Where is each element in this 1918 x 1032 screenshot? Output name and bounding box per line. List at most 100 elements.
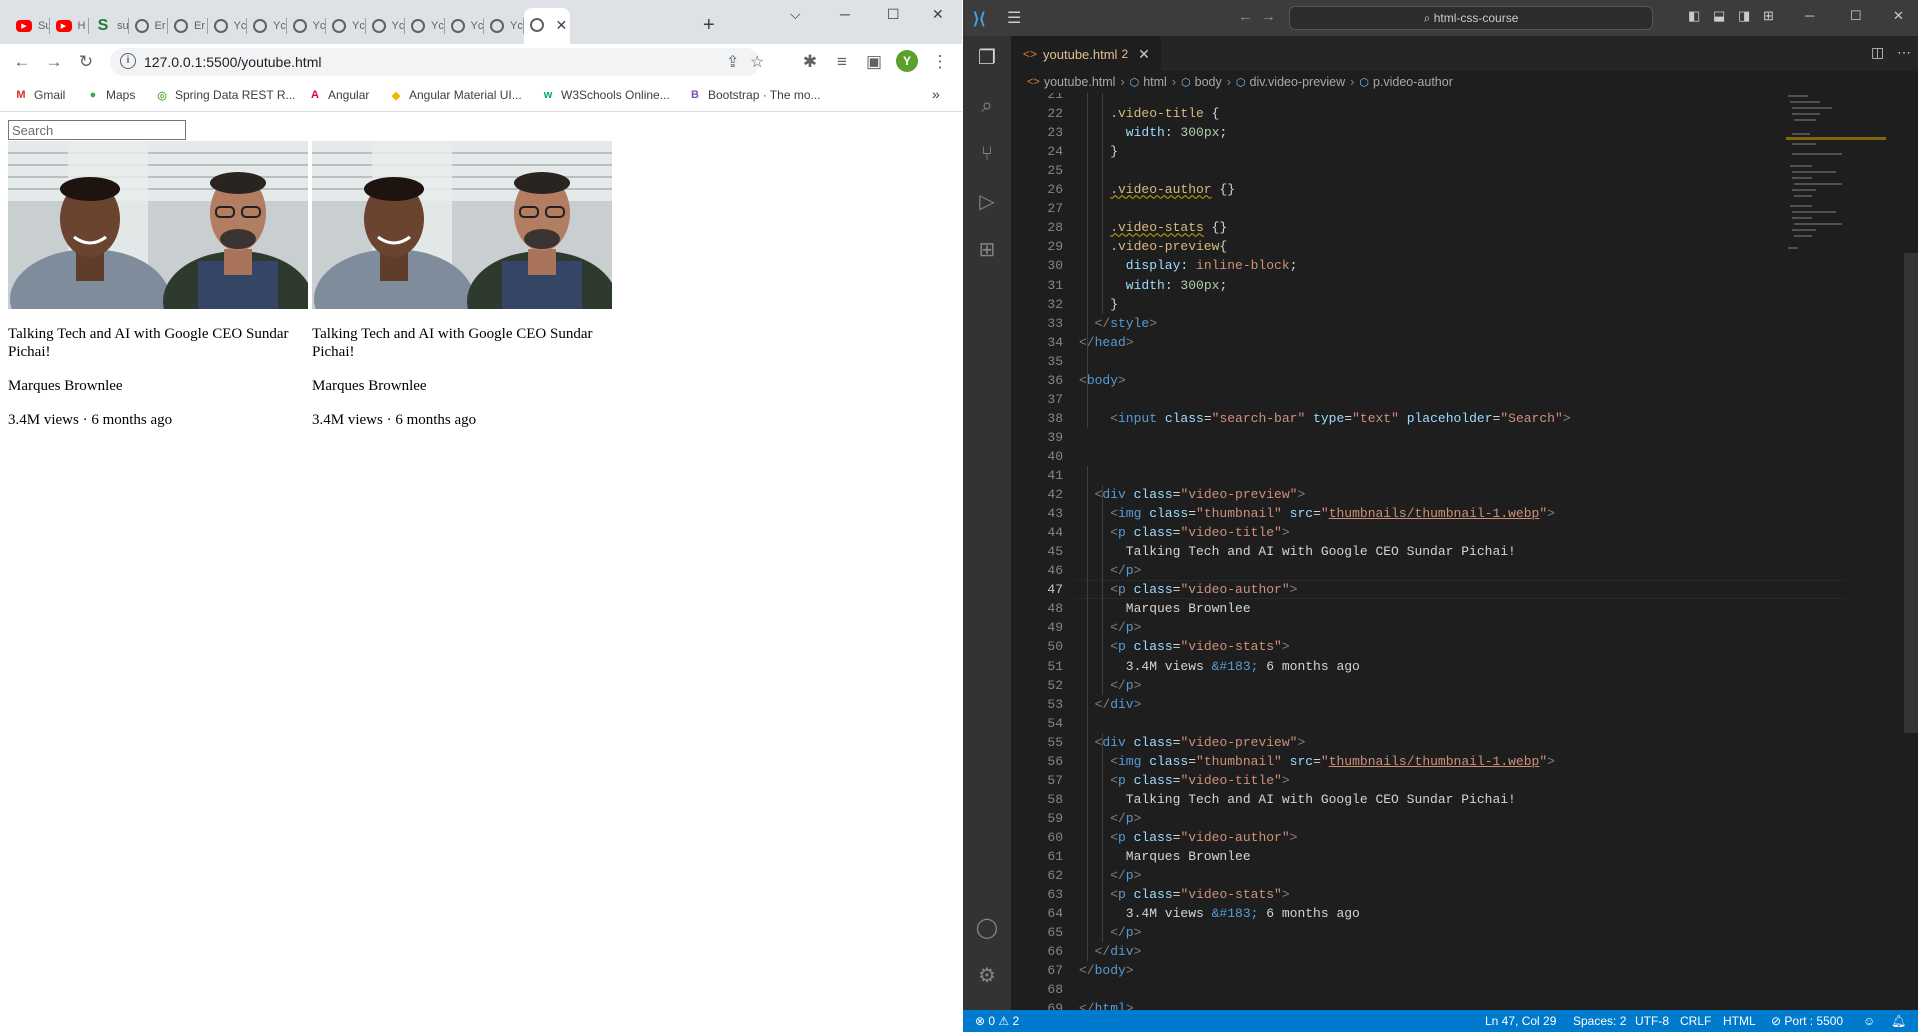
bookmark-star-icon[interactable]: ☆ — [750, 52, 764, 72]
browser-tab[interactable]: Er — [129, 10, 168, 42]
code-line[interactable]: </div> — [1095, 695, 1142, 714]
profile-avatar[interactable]: Y — [896, 50, 918, 72]
code-line[interactable]: </head> — [1079, 333, 1134, 352]
encoding[interactable]: UTF-8 — [1635, 1014, 1669, 1028]
code-line[interactable]: .video-title { — [1110, 104, 1219, 123]
maximize-icon[interactable]: ☐ — [1850, 8, 1862, 24]
settings-gear-icon[interactable]: ⚙ — [975, 964, 999, 988]
toggle-secondary-sidebar-icon[interactable]: ◨ — [1738, 8, 1750, 24]
split-editor-icon[interactable]: ◫ — [1871, 44, 1884, 61]
browser-tab[interactable]: Er — [168, 10, 208, 42]
bookmark-item[interactable]: ● Maps — [86, 88, 136, 102]
run-debug-icon[interactable]: ▷ — [975, 190, 999, 214]
reload-icon[interactable]: ↻ — [74, 50, 98, 74]
code-line[interactable]: <p class="video-author"> — [1110, 580, 1297, 599]
code-line[interactable]: </p> — [1110, 618, 1141, 637]
code-line[interactable]: display: inline-block; — [1126, 256, 1298, 275]
code-line[interactable]: .video-author {} — [1110, 180, 1235, 199]
code-line[interactable]: </html> — [1079, 999, 1134, 1010]
code-line[interactable]: </p> — [1110, 676, 1141, 695]
bookmarks-overflow-icon[interactable]: » — [932, 86, 940, 102]
code-line[interactable]: .video-stats {} — [1110, 218, 1227, 237]
code-line[interactable]: <p class="video-title"> — [1110, 771, 1289, 790]
customize-layout-icon[interactable]: ⊞ — [1763, 8, 1774, 24]
minimize-icon[interactable]: ─ — [1805, 8, 1814, 23]
command-center-search[interactable]: ⌕ html-css-course — [1289, 6, 1653, 30]
code-line[interactable]: <body> — [1079, 371, 1126, 390]
notifications-bell-icon[interactable]: 🔔︎ — [1891, 1014, 1906, 1028]
browser-tab[interactable]: Yc — [405, 10, 445, 42]
browser-tab[interactable]: ▶ Su — [10, 10, 50, 42]
source-control-icon[interactable]: ⑂ — [975, 142, 999, 166]
share-icon[interactable]: ⇪ — [726, 52, 739, 72]
breadcrumb-html[interactable]: ⬡ html — [1130, 75, 1167, 89]
breadcrumb-body[interactable]: ⬡ body — [1181, 75, 1222, 89]
video-title[interactable]: Talking Tech and AI with Google CEO Sund… — [8, 325, 308, 361]
breadcrumb-div[interactable]: ⬡ div.video-preview — [1236, 75, 1345, 89]
tab-search-icon[interactable]: ⌵ — [790, 6, 801, 23]
language-mode[interactable]: HTML — [1723, 1014, 1756, 1028]
breadcrumb-p[interactable]: ⬡ p.video-author — [1359, 75, 1453, 89]
browser-tab[interactable]: Yc — [287, 10, 326, 42]
back-icon[interactable]: ← — [10, 50, 34, 74]
bookmark-item[interactable]: ◎ Spring Data REST R... — [155, 88, 295, 102]
code-line[interactable]: width: 300px; — [1126, 276, 1227, 295]
search-input[interactable] — [8, 120, 186, 140]
browser-tab[interactable]: Yc — [326, 10, 366, 42]
code-line[interactable]: </div> — [1095, 942, 1142, 961]
indentation[interactable]: Spaces: 2 — [1573, 1014, 1626, 1028]
feedback-icon[interactable]: ☺ — [1863, 1014, 1875, 1028]
line-ending[interactable]: CRLF — [1680, 1014, 1711, 1028]
code-line[interactable]: <input class="search-bar" type="text" pl… — [1110, 409, 1570, 428]
address-bar[interactable]: i 127.0.0.1:5500/youtube.html ⇪ ☆ — [110, 48, 764, 76]
url-text[interactable]: 127.0.0.1:5500/youtube.html — [144, 54, 321, 70]
live-server-port[interactable]: ⊘ Port : 5500 — [1771, 1014, 1843, 1028]
code-line[interactable]: <p class="video-title"> — [1110, 523, 1289, 542]
code-line[interactable]: <img class="thumbnail" src="thumbnails/t… — [1110, 504, 1555, 523]
minimap[interactable] — [1786, 93, 1886, 293]
code-line[interactable]: Talking Tech and AI with Google CEO Sund… — [1126, 790, 1516, 809]
minimize-icon[interactable]: ─ — [840, 6, 850, 22]
code-line[interactable]: } — [1110, 142, 1118, 161]
video-thumbnail[interactable] — [312, 141, 612, 309]
code-line[interactable]: <div class="video-preview"> — [1095, 485, 1306, 504]
menu-hamburger-icon[interactable]: ☰ — [1007, 8, 1021, 28]
close-tab-icon[interactable]: ✕ — [1138, 46, 1150, 63]
bookmark-item[interactable]: M Gmail — [14, 88, 65, 102]
nav-back-icon[interactable]: ← — [1238, 8, 1253, 25]
more-actions-icon[interactable]: ⋯ — [1897, 44, 1911, 61]
site-info-icon[interactable]: i — [120, 53, 136, 69]
editor-scrollbar[interactable] — [1904, 93, 1918, 1010]
maximize-icon[interactable]: ☐ — [887, 6, 900, 23]
video-thumbnail[interactable] — [8, 141, 308, 309]
browser-tab[interactable]: ▶ H — [50, 10, 89, 42]
code-line[interactable]: <p class="video-stats"> — [1110, 637, 1289, 656]
code-line[interactable]: </p> — [1110, 561, 1141, 580]
bookmark-item[interactable]: B Bootstrap · The mo... — [688, 88, 820, 102]
new-tab-button[interactable]: + — [703, 14, 715, 37]
problems-indicator[interactable]: ⊗ 0 ⚠ 2 — [975, 1014, 1019, 1028]
code-line[interactable]: Marques Brownlee — [1126, 599, 1251, 618]
video-title[interactable]: Talking Tech and AI with Google CEO Sund… — [312, 325, 612, 361]
code-line[interactable]: </p> — [1110, 866, 1141, 885]
bookmark-item[interactable]: A Angular — [308, 88, 369, 102]
browser-tab[interactable]: Yc — [208, 10, 247, 42]
code-line[interactable]: </body> — [1079, 961, 1134, 980]
explorer-icon[interactable]: ❐ — [975, 46, 999, 70]
video-preview[interactable]: Talking Tech and AI with Google CEO Sund… — [312, 141, 612, 429]
toggle-sidebar-icon[interactable]: ◧ — [1688, 8, 1700, 24]
cursor-position[interactable]: Ln 47, Col 29 — [1485, 1014, 1556, 1028]
browser-tab[interactable]: Yc — [247, 10, 287, 42]
bookmark-item[interactable]: ◆ Angular Material UI... — [389, 88, 522, 102]
code-line[interactable]: </p> — [1110, 809, 1141, 828]
code-editor[interactable]: 21 22 23 24 25 26 27 28 29 30 31 32 33 34 35 36 37 38 39 40… — [1011, 93, 1918, 1010]
extensions-icon[interactable]: ✱ — [798, 50, 822, 74]
code-line[interactable]: Talking Tech and AI with Google CEO Sund… — [1126, 542, 1516, 561]
code-line[interactable]: Marques Brownlee — [1126, 847, 1251, 866]
video-author[interactable]: Marques Brownlee — [8, 377, 308, 395]
code-line[interactable]: </p> — [1110, 923, 1141, 942]
browser-tab[interactable]: Yc — [484, 10, 524, 42]
toggle-panel-icon[interactable]: ⬓ — [1713, 8, 1725, 24]
browser-tab[interactable]: Yc — [445, 10, 484, 42]
code-line[interactable]: 3.4M views &#183; 6 months ago — [1126, 904, 1360, 923]
